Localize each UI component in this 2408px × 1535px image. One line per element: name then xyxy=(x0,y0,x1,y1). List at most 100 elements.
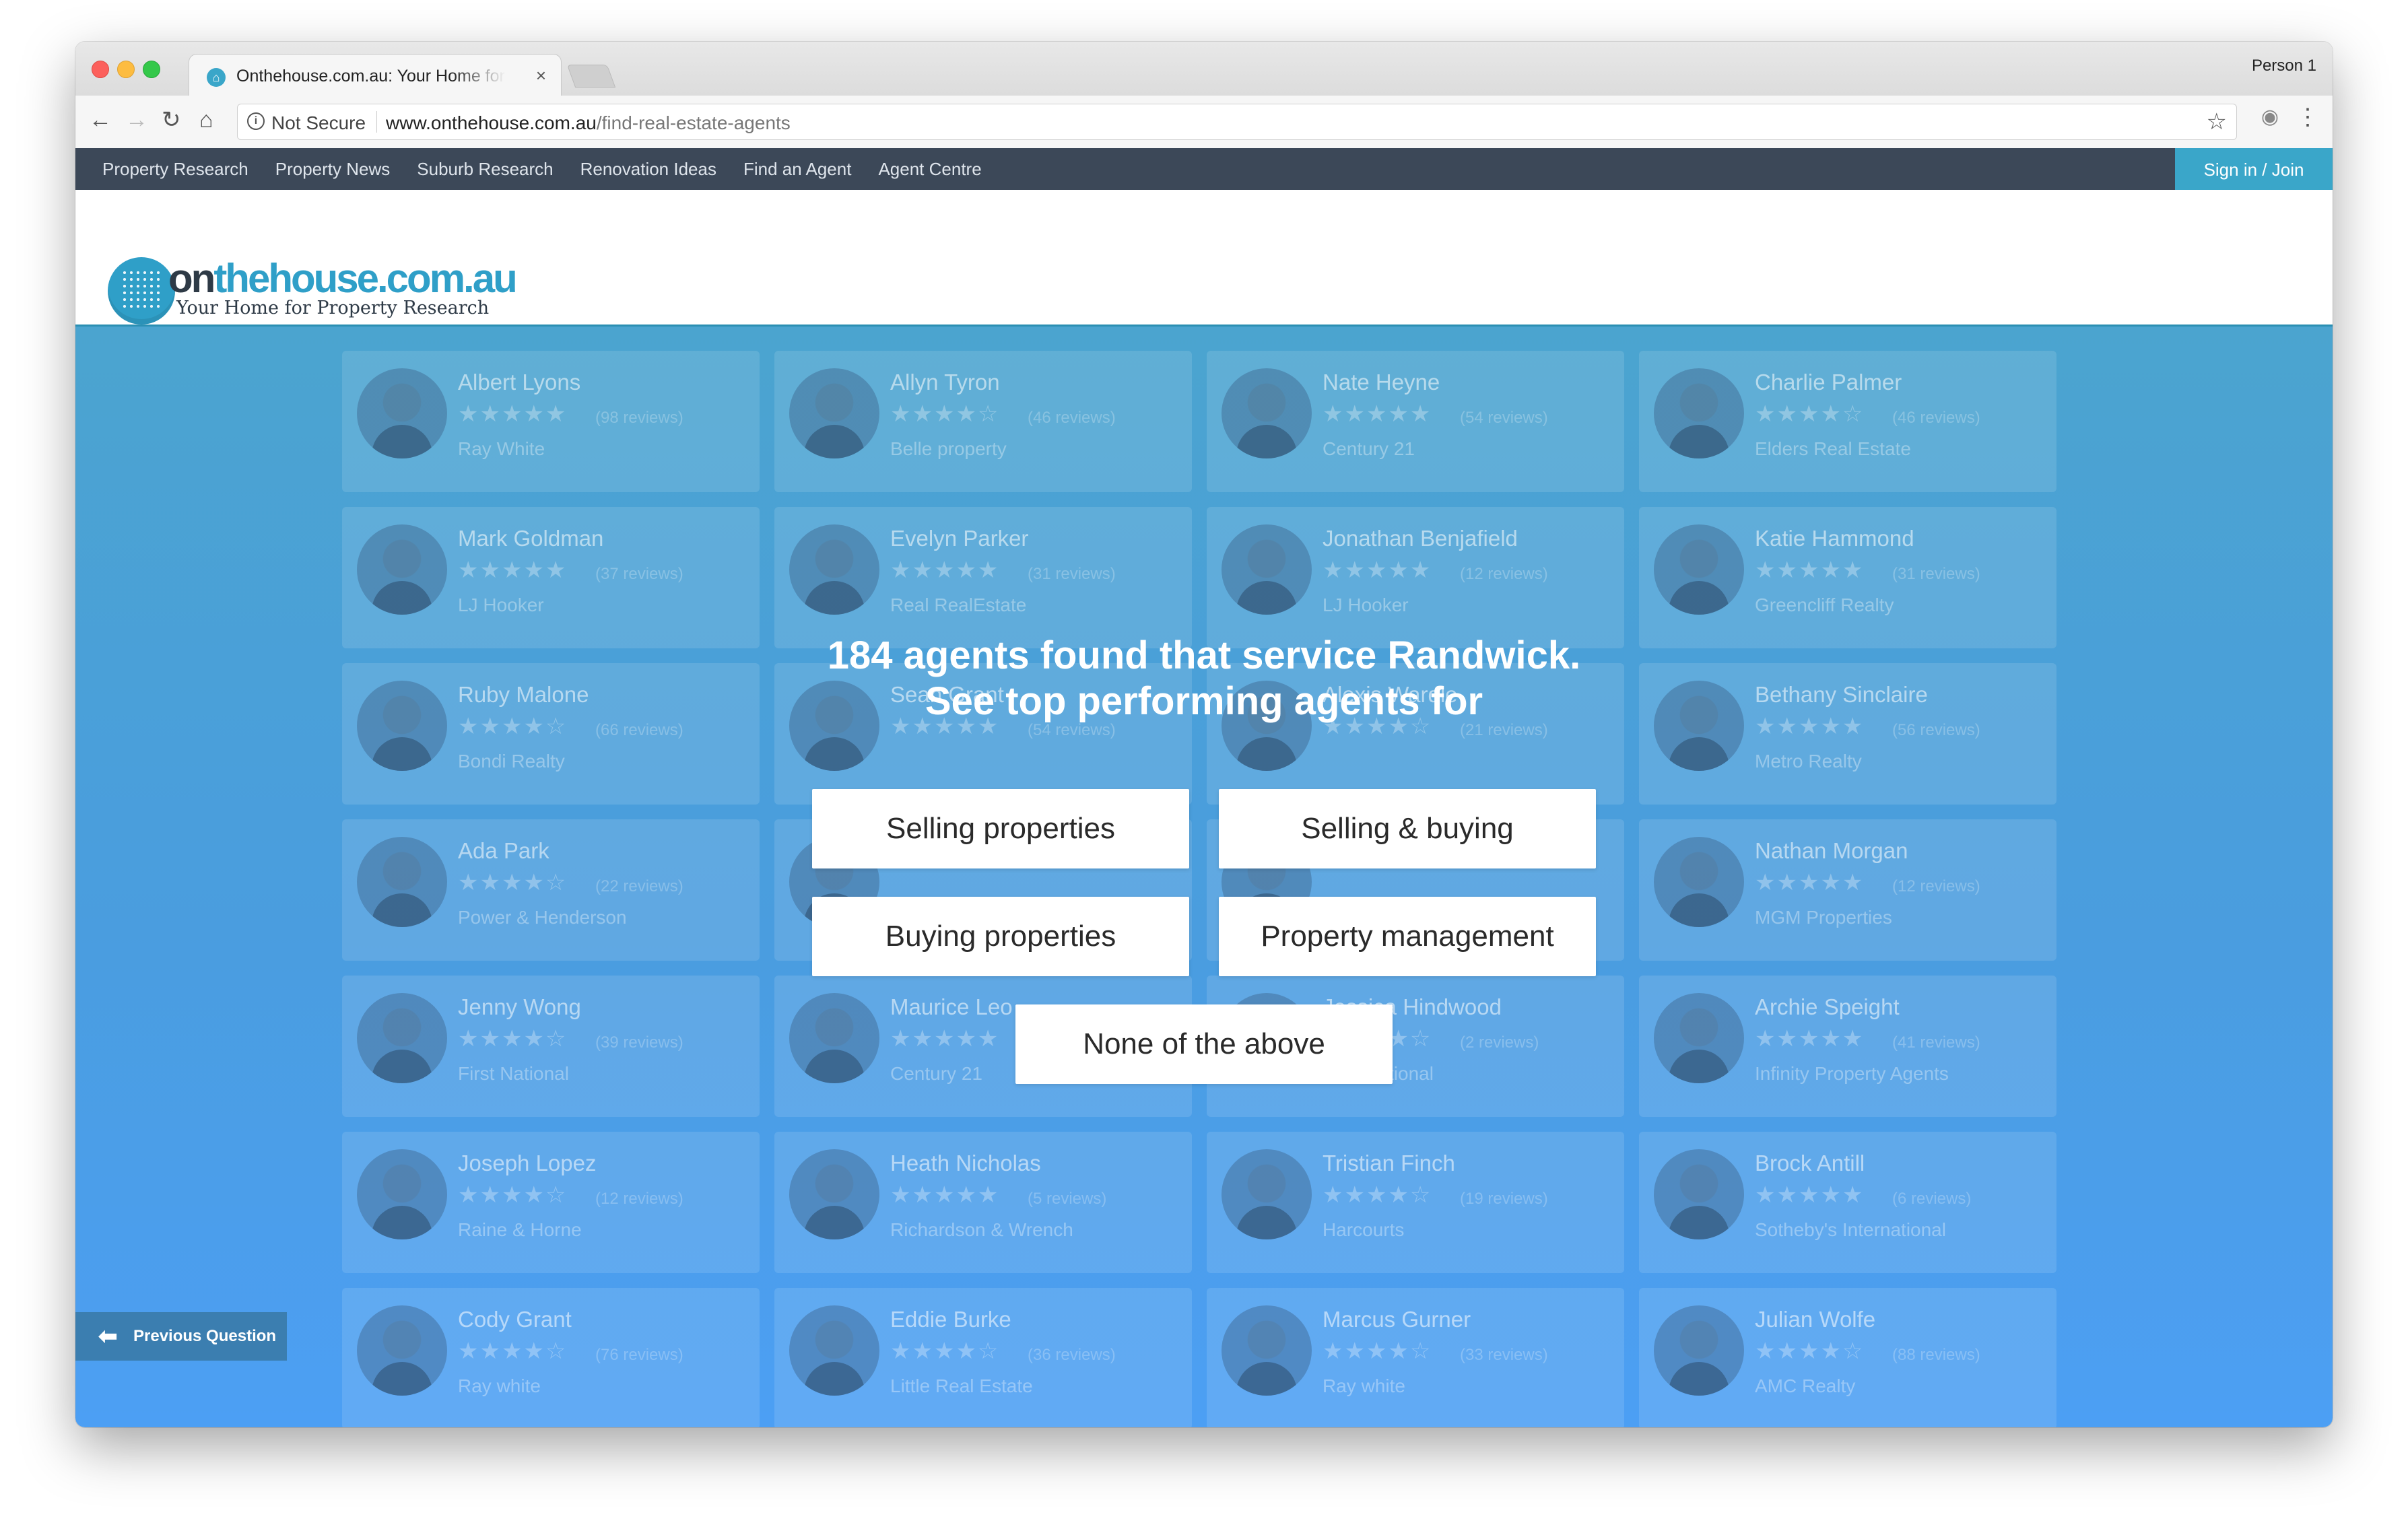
avatar xyxy=(789,368,879,458)
agent-name: Brock Antill xyxy=(1755,1151,1865,1175)
menu-icon[interactable]: ⋮ xyxy=(2296,104,2319,131)
nav-property-news[interactable]: Property News xyxy=(275,148,391,190)
agent-card[interactable]: Julian Wolfe ★★★★☆ (88 reviews) AMC Realty xyxy=(1639,1288,2056,1427)
star-rating: ★★★★☆ xyxy=(890,401,1000,427)
nav-property-research[interactable]: Property Research xyxy=(102,148,248,190)
agent-card[interactable]: Eddie Burke ★★★★☆ (36 reviews) Little Real … xyxy=(774,1288,1192,1427)
agency-name: Belle property xyxy=(890,438,1007,459)
info-icon[interactable]: i xyxy=(247,112,265,130)
browser-toolbar: ← → ↻ ⌂ i Not Secure www.onthehouse.com.… xyxy=(75,96,2333,149)
agent-card[interactable]: Marcus Gurner ★★★★☆ (33 reviews) Ray white xyxy=(1207,1288,1624,1427)
avatar xyxy=(1654,524,1744,615)
agent-card[interactable]: Archie Speight ★★★★★ (41 reviews) Infinity … xyxy=(1639,976,2056,1117)
home-icon[interactable]: ⌂ xyxy=(199,106,213,133)
agent-name: Eddie Burke xyxy=(890,1307,1011,1332)
agent-card[interactable]: Jonathan Benjafield ★★★★★ (12 reviews) LJ H… xyxy=(1207,507,1624,648)
agent-name: Jenny Wong xyxy=(458,994,581,1019)
url-path: /find-real-estate-agents xyxy=(596,112,791,133)
agent-card[interactable]: Katie Hammond ★★★★★ (31 reviews) Greencliff… xyxy=(1639,507,2056,648)
agent-name: Ada Park xyxy=(458,838,549,863)
agency-name: First National xyxy=(458,1063,569,1084)
url-text[interactable]: www.onthehouse.com.au/find-real-estate-a… xyxy=(386,112,791,134)
agent-card[interactable]: Nathan Morgan ★★★★★ (12 reviews) MGM Proper… xyxy=(1639,819,2056,961)
agency-name: MGM Properties xyxy=(1755,907,1892,928)
agent-card[interactable]: Evelyn Parker ★★★★★ (31 reviews) Real RealE… xyxy=(774,507,1192,648)
minimize-window-button[interactable] xyxy=(117,61,135,78)
agent-name: Cody Grant xyxy=(458,1307,572,1332)
star-icon[interactable]: ☆ xyxy=(2207,108,2227,135)
avatar xyxy=(789,524,879,615)
agency-name: Ray white xyxy=(1323,1375,1405,1396)
forward-icon[interactable]: → xyxy=(125,106,148,133)
agent-card[interactable]: Ada Park ★★★★☆ (22 reviews) Power & Henders… xyxy=(342,819,760,961)
logo-icon[interactable] xyxy=(108,257,175,325)
logo-wordmark[interactable]: onthehouse.com.au xyxy=(168,257,518,300)
review-count: (46 reviews) xyxy=(1028,409,1116,427)
avatar xyxy=(1654,837,1744,927)
maximize-window-button[interactable] xyxy=(143,61,160,78)
agent-card[interactable]: Allyn Tyron ★★★★☆ (46 reviews) Belle proper… xyxy=(774,351,1192,492)
agent-name: Albert Lyons xyxy=(458,370,581,395)
review-count: (6 reviews) xyxy=(1892,1190,1972,1208)
camera-icon[interactable]: ◉ xyxy=(2261,105,2279,129)
agency-name: Ray white xyxy=(458,1375,541,1396)
agent-name: Allyn Tyron xyxy=(890,370,1000,395)
agent-card[interactable]: Heath Nicholas ★★★★★ (5 reviews) Richardson… xyxy=(774,1132,1192,1273)
question-line-1: 184 agents found that service Randwick. xyxy=(827,634,1581,677)
browser-window: ⌂ Onthehouse.com.au: Your Home for Prope… xyxy=(75,42,2333,1427)
avatar xyxy=(1654,1305,1744,1396)
star-rating: ★★★★☆ xyxy=(1323,1338,1432,1364)
review-count: (54 reviews) xyxy=(1460,409,1548,427)
logo-tagline: Your Home for Property Research xyxy=(176,298,490,318)
nav-agent-centre[interactable]: Agent Centre xyxy=(878,148,981,190)
option-buying-properties[interactable]: Buying properties xyxy=(812,897,1189,976)
agency-name: Century 21 xyxy=(890,1063,982,1084)
tab-close-icon[interactable]: × xyxy=(536,65,546,86)
agent-card[interactable]: Brock Antill ★★★★★ (6 reviews) Sotheby's In… xyxy=(1639,1132,2056,1273)
agent-card[interactable]: Joseph Lopez ★★★★☆ (12 reviews) Raine & Hor… xyxy=(342,1132,760,1273)
sign-in-button[interactable]: Sign in / Join xyxy=(2175,148,2333,190)
agent-card[interactable]: Charlie Palmer ★★★★☆ (46 reviews) Elders Re… xyxy=(1639,351,2056,492)
option-none-of-the-above[interactable]: None of the above xyxy=(1015,1004,1393,1084)
star-rating: ★★★★★ xyxy=(458,401,568,427)
tab-title: Onthehouse.com.au: Your Home for Propert… xyxy=(236,67,506,86)
star-rating: ★★★★☆ xyxy=(1755,401,1865,427)
avatar xyxy=(1222,1305,1312,1396)
nav-suburb-research[interactable]: Suburb Research xyxy=(417,148,553,190)
agent-name: Tristian Finch xyxy=(1323,1151,1455,1175)
option-property-management[interactable]: Property management xyxy=(1219,897,1596,976)
review-count: (33 reviews) xyxy=(1460,1346,1548,1364)
option-selling-properties[interactable]: Selling properties xyxy=(812,789,1189,868)
agent-card[interactable]: Tristian Finch ★★★★☆ (19 reviews) Harcourts xyxy=(1207,1132,1624,1273)
agent-card[interactable]: Mark Goldman ★★★★★ (37 reviews) LJ Hooker xyxy=(342,507,760,648)
agency-name: LJ Hooker xyxy=(1323,594,1409,615)
option-selling-and-buying[interactable]: Selling & buying xyxy=(1219,789,1596,868)
agent-name: Nathan Morgan xyxy=(1755,838,1908,863)
new-tab-button[interactable] xyxy=(566,65,616,88)
agent-card[interactable]: Nate Heyne ★★★★★ (54 reviews) Century 21 xyxy=(1207,351,1624,492)
close-window-button[interactable] xyxy=(92,61,109,78)
agent-card[interactable]: Cody Grant ★★★★☆ (76 reviews) Ray white xyxy=(342,1288,760,1427)
reload-icon[interactable]: ↻ xyxy=(162,106,181,133)
nav-renovation-ideas[interactable]: Renovation Ideas xyxy=(580,148,716,190)
arrow-left-icon: ⬅ xyxy=(98,1324,118,1349)
star-rating: ★★★★★ xyxy=(1323,401,1432,427)
address-bar[interactable]: i Not Secure www.onthehouse.com.au/find-… xyxy=(237,104,2237,140)
agency-name: Little Real Estate xyxy=(890,1375,1033,1396)
back-icon[interactable]: ← xyxy=(89,106,112,133)
url-host: www.onthehouse.com.au xyxy=(386,112,597,133)
star-rating: ★★★★★ xyxy=(1323,557,1432,583)
browser-tab[interactable]: ⌂ Onthehouse.com.au: Your Home for Prope… xyxy=(189,54,562,96)
star-rating: ★★★★★ xyxy=(890,557,1000,583)
star-rating: ★★★★★ xyxy=(1755,1026,1865,1052)
nav-find-an-agent[interactable]: Find an Agent xyxy=(743,148,851,190)
agency-name: Harcourts xyxy=(1323,1219,1405,1240)
avatar xyxy=(357,368,447,458)
agent-card[interactable]: Albert Lyons ★★★★★ (98 reviews) Ray White xyxy=(342,351,760,492)
previous-question-button[interactable]: ⬅ Previous Question xyxy=(75,1312,287,1361)
profile-label[interactable]: Person 1 xyxy=(2252,57,2316,75)
avatar xyxy=(789,1149,879,1239)
agent-card[interactable]: Jenny Wong ★★★★☆ (39 reviews) First Nationa… xyxy=(342,976,760,1117)
avatar xyxy=(1222,524,1312,615)
review-count: (98 reviews) xyxy=(595,409,683,427)
